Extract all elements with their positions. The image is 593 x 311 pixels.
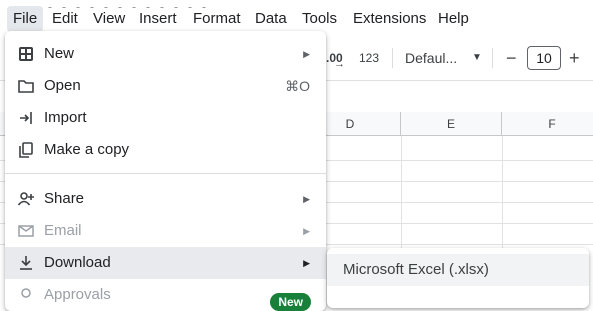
column-header-e[interactable]: E [401,112,502,136]
font-dropdown-caret-icon: ▼ [472,52,482,63]
more-formats-button[interactable]: 123 [359,40,379,76]
menu-view[interactable]: View [93,6,125,32]
submenu-arrow-icon: ▶ [303,49,310,59]
toolbar-divider [392,48,393,68]
menu-data[interactable]: Data [255,6,287,32]
submenu-arrow-icon: ▶ [303,194,310,204]
decrease-font-size-button[interactable]: − [506,40,517,76]
menu-edit[interactable]: Edit [52,6,78,32]
folder-icon [18,80,34,93]
submenu-arrow-icon: ▶ [303,226,310,236]
file-menu-label: Download [44,254,111,271]
file-menu-label: Import [44,109,87,126]
file-menu-item-download[interactable]: Download ▶ [5,247,326,279]
file-menu-label: Share [44,190,85,207]
menu-format[interactable]: Format [193,6,241,32]
file-menu-label: Email [44,222,82,239]
import-icon [20,112,32,124]
column-header-f[interactable]: F [502,112,593,136]
file-menu-item-share[interactable]: Share ▶ [5,183,326,215]
increase-font-size-button[interactable]: + [569,40,580,76]
file-menu-item-email: Email ▶ [5,215,326,247]
new-badge: New [270,293,311,311]
font-size-input[interactable]: 10 [527,46,561,70]
file-menu-item-new[interactable]: New ▶ [5,38,326,70]
file-menu-item-approvals[interactable]: Approvals New [5,279,326,311]
menu-file[interactable]: File [7,6,44,32]
menu-tools[interactable]: Tools [302,6,337,32]
approvals-icon [21,288,31,298]
open-shortcut: ⌘O [285,78,310,94]
file-menu-label: New [44,45,75,62]
share-icon [17,192,34,206]
file-menu-item-import[interactable]: Import [5,102,326,134]
toolbar: .00 → 123 Defaul... ▼ − 10 + [326,40,593,76]
font-family-select[interactable]: Defaul... [405,40,457,76]
download-option-xlsx[interactable]: Microsoft Excel (.xlsx) [327,254,589,286]
decimal-arrow-icon: → [334,58,345,70]
file-menu-dropdown: New ▶ Open ⌘O Import Make a copy Share ▶ [5,31,326,311]
menu-divider [5,173,326,174]
file-menu-label: Make a copy [44,141,130,158]
toolbar-divider-2 [492,48,493,68]
download-submenu: Microsoft Excel (.xlsx) [327,248,589,308]
submenu-arrow-icon: ▶ [303,258,310,268]
file-menu-label: Approvals [44,286,111,303]
file-menu-item-make-a-copy[interactable]: Make a copy [5,134,326,166]
menu-extensions[interactable]: Extensions [353,6,426,32]
email-icon [18,225,34,237]
file-menu-label: Open [44,77,81,94]
menu-insert[interactable]: Insert [139,6,177,32]
menu-help[interactable]: Help [438,6,469,32]
new-sheet-icon [19,47,33,61]
file-menu-item-open[interactable]: Open ⌘O [5,70,326,102]
download-icon [20,256,32,270]
download-option-label: Microsoft Excel (.xlsx) [343,261,489,278]
menu-bar: File Edit View Insert Format Data Tools … [0,6,593,32]
copy-icon [19,142,33,158]
